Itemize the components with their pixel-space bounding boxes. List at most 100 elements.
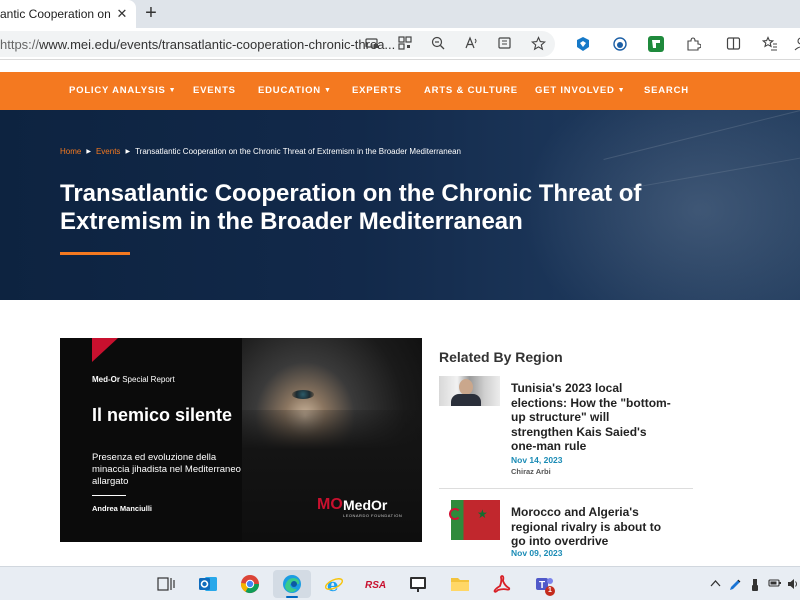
nav-label: EDUCATION <box>258 85 321 96</box>
nav-item-education[interactable]: EDUCATION ▼ <box>258 72 332 110</box>
dropdown-caret-icon: ▼ <box>617 87 626 94</box>
svg-text:RSA: RSA <box>365 580 386 590</box>
breadcrumb-events-link[interactable]: Events <box>96 147 120 156</box>
qr-code-icon[interactable] <box>397 36 413 52</box>
report-corner-mark <box>92 338 118 362</box>
article-title[interactable]: Morocco and Algeria's regional rivalry i… <box>511 505 671 549</box>
read-aloud-icon[interactable] <box>463 36 479 52</box>
nav-label: EXPERTS <box>352 85 402 96</box>
taskbar-acrobat[interactable] <box>483 570 521 598</box>
profile-icon[interactable] <box>790 36 800 52</box>
report-kicker-brand: Med-Or <box>92 375 120 384</box>
report-subtitle: Presenza ed evoluzione della minaccia ji… <box>92 452 241 487</box>
event-hero-banner: Home ▶ Events ▶ Transatlantic Cooperation on… <box>0 110 800 300</box>
url-scheme: https:// <box>0 37 40 52</box>
report-author: Andrea Manciulli <box>92 504 153 513</box>
article-thumbnail[interactable] <box>439 376 500 406</box>
taskbar-file-explorer[interactable] <box>441 570 479 598</box>
nav-label: EVENTS <box>193 85 236 96</box>
taskbar-rsa[interactable]: RSA <box>357 570 395 598</box>
report-kicker-rest: Special Report <box>120 375 175 384</box>
favorites-list-icon[interactable] <box>761 36 778 52</box>
report-cover-photo-veil <box>242 410 422 542</box>
related-article[interactable]: Tunisia's 2023 local elections: How the … <box>439 376 699 480</box>
related-by-region-heading: Related By Region <box>439 349 563 365</box>
featured-report-image: Med-Or Special Report Il nemico silente … <box>60 338 422 542</box>
task-view-button[interactable] <box>147 570 185 598</box>
nav-item-get-involved[interactable]: GET INVOLVED ▼ <box>535 72 625 110</box>
nav-label: POLICY ANALYSIS <box>69 85 166 96</box>
url-text: https://www.mei.edu/events/transatlantic… <box>0 37 395 52</box>
taskbar-edge[interactable] <box>273 570 311 598</box>
title-underline-divider <box>60 252 130 255</box>
extension-drop-icon[interactable] <box>612 36 628 52</box>
article-divider <box>439 488 693 489</box>
taskbar-teams[interactable]: T 1 <box>525 570 563 598</box>
extension-green-icon[interactable] <box>648 36 664 52</box>
notification-badge: 1 <box>545 586 555 596</box>
article-author[interactable]: Chiraz Arbi <box>511 467 551 476</box>
pen-tray-icon[interactable] <box>728 578 742 595</box>
browser-address-bar: https://www.mei.edu/events/transatlantic… <box>0 28 800 60</box>
nav-label: ARTS & CULTURE <box>424 85 518 96</box>
nav-item-search[interactable]: SEARCH <box>644 72 689 110</box>
favorite-star-icon[interactable] <box>530 36 546 52</box>
rsa-icon: RSA <box>365 580 386 590</box>
medor-logo-mark: MO <box>317 496 343 513</box>
nav-label: GET INVOLVED <box>535 85 615 96</box>
app-available-icon[interactable] <box>364 36 380 52</box>
reading-view-icon[interactable] <box>497 36 513 52</box>
extensions-puzzle-icon[interactable] <box>685 36 702 52</box>
article-date: Nov 14, 2023 <box>511 455 563 465</box>
nav-item-experts[interactable]: EXPERTS <box>352 72 402 110</box>
report-kicker: Med-Or Special Report <box>92 375 175 384</box>
battery-tray-icon[interactable] <box>768 578 782 591</box>
browser-tab-active[interactable]: antic Cooperation on the C ✕ <box>0 0 136 28</box>
zoom-out-icon[interactable] <box>430 36 446 52</box>
chrome-icon <box>241 575 259 594</box>
medor-logo-foundation: LEONARDO FOUNDATION <box>343 513 403 518</box>
presentation-icon <box>410 577 426 592</box>
windows-taskbar: e RSA T 1 <box>0 566 800 600</box>
breadcrumb: Home ▶ Events ▶ Transatlantic Cooperation on… <box>60 147 461 156</box>
taskbar-outlook[interactable] <box>189 570 227 598</box>
report-cover-photo-eye <box>292 390 314 399</box>
taskbar-chrome[interactable] <box>231 570 269 598</box>
thumbnail-person-suit <box>451 394 481 406</box>
nav-item-events[interactable]: EVENTS <box>193 72 236 110</box>
url-path: www.mei.edu/events/transatlantic-coopera… <box>39 37 396 52</box>
breadcrumb-current: Transatlantic Cooperation on the Chronic… <box>135 147 462 156</box>
thumbnail-star-icon: ★ <box>477 507 488 521</box>
site-navigation: POLICY ANALYSIS ▼ EVENTS EDUCATION ▼ EXPER… <box>0 72 800 110</box>
nav-item-policy-analysis[interactable]: POLICY ANALYSIS ▼ <box>69 72 176 110</box>
article-date: Nov 09, 2023 <box>511 548 563 558</box>
thumbnail-crescent-icon <box>449 508 461 520</box>
edge-icon <box>283 575 301 593</box>
outlook-icon <box>199 577 217 591</box>
show-hidden-icons-chevron-icon[interactable] <box>708 578 722 590</box>
browser-tab-bar: antic Cooperation on the C ✕ + <box>0 0 800 28</box>
dropdown-caret-icon: ▼ <box>168 87 177 94</box>
acrobat-icon <box>493 575 511 593</box>
internet-explorer-icon: e <box>324 575 344 594</box>
volume-tray-icon[interactable] <box>786 578 800 593</box>
taskbar-presentation-app[interactable] <box>399 570 437 598</box>
taskbar-internet-explorer[interactable]: e <box>315 570 353 598</box>
nav-item-arts-culture[interactable]: ARTS & CULTURE <box>424 72 518 110</box>
breadcrumb-separator-icon: ▶ <box>125 149 131 155</box>
usb-tray-icon[interactable] <box>748 578 762 595</box>
medor-logo-name: MedOr <box>343 497 388 513</box>
new-tab-button[interactable]: + <box>140 2 162 24</box>
dropdown-caret-icon: ▼ <box>323 87 332 94</box>
related-article[interactable]: ★ Morocco and Algeria's regional rivalry… <box>439 500 699 560</box>
article-title[interactable]: Tunisia's 2023 local elections: How the … <box>511 381 671 454</box>
extension-shield-icon[interactable] <box>575 36 591 52</box>
task-view-icon <box>157 577 175 591</box>
breadcrumb-home-link[interactable]: Home <box>60 147 81 156</box>
svg-text:e: e <box>327 575 338 594</box>
tab-title: antic Cooperation on the C <box>0 7 112 21</box>
article-thumbnail[interactable]: ★ <box>439 500 500 540</box>
nav-label: SEARCH <box>644 85 689 96</box>
close-tab-icon[interactable]: ✕ <box>114 6 130 22</box>
split-screen-icon[interactable] <box>725 36 741 52</box>
